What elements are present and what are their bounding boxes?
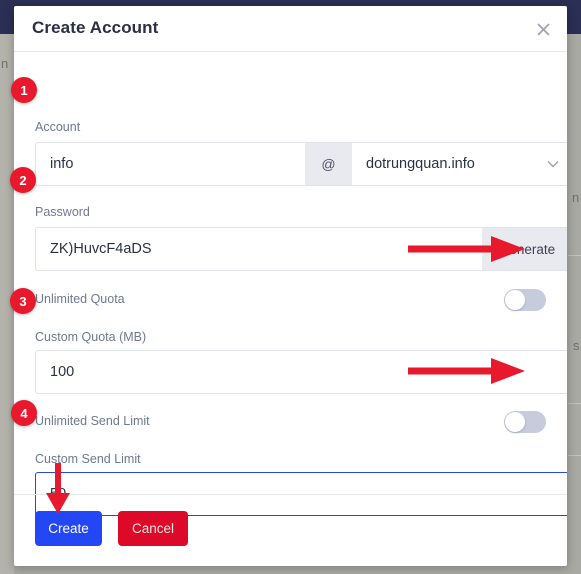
- annotation-badge-4: 4: [11, 400, 37, 426]
- domain-select-value: dotrungquan.info: [366, 156, 475, 172]
- create-button[interactable]: Create: [35, 511, 102, 546]
- custom-quota-label: Custom Quota (MB): [35, 330, 147, 344]
- background-divider: [568, 403, 581, 404]
- annotation-badge-3: 3: [10, 288, 36, 314]
- arrow-to-create-button: [46, 463, 70, 514]
- dialog-body: Account @ dotrungquan.info Password Gene: [14, 52, 567, 516]
- toggle-knob: [505, 290, 525, 310]
- chevron-down-icon: [547, 156, 559, 172]
- annotation-badge-2: 2: [10, 167, 36, 193]
- background-text-fragment: n: [1, 56, 9, 71]
- annotation-badge-1: 1: [11, 77, 37, 103]
- unlimited-quota-label: Unlimited Quota: [35, 292, 125, 306]
- arrow-to-unlimited-send-limit-toggle: [408, 358, 525, 384]
- unlimited-quota-toggle[interactable]: [504, 289, 546, 311]
- account-field-group: @ dotrungquan.info: [35, 142, 567, 186]
- unlimited-send-limit-toggle[interactable]: [504, 411, 546, 433]
- background-text-fragment: s: [573, 338, 580, 353]
- background-divider: [568, 255, 581, 256]
- unlimited-send-limit-label: Unlimited Send Limit: [35, 414, 150, 428]
- at-separator-icon: @: [305, 143, 352, 185]
- screenshot-root: n n s Create Account Account @ dotrungqu…: [0, 0, 581, 574]
- cancel-button[interactable]: Cancel: [118, 511, 188, 546]
- background-divider: [568, 455, 581, 456]
- create-account-dialog: Create Account Account @ dotrungquan.inf…: [14, 6, 567, 566]
- close-icon[interactable]: [529, 15, 557, 43]
- arrow-to-unlimited-quota-toggle: [408, 236, 525, 262]
- account-input[interactable]: [36, 143, 305, 185]
- domain-select[interactable]: dotrungquan.info: [352, 143, 567, 185]
- password-label: Password: [35, 205, 90, 219]
- toggle-knob: [505, 412, 525, 432]
- dialog-header: Create Account: [14, 6, 567, 52]
- account-label: Account: [35, 120, 81, 134]
- background-text-fragment: n: [572, 190, 580, 205]
- dialog-title: Create Account: [32, 18, 159, 37]
- dialog-footer: Create Cancel: [14, 494, 567, 566]
